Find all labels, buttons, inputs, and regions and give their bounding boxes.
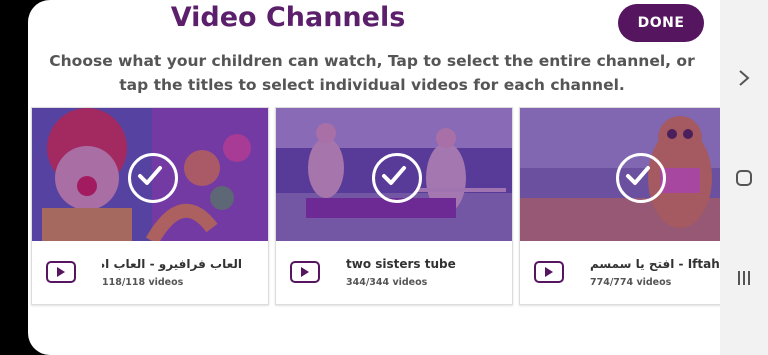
system-navigation-bar [720, 0, 768, 355]
channel-name[interactable]: افتح يا سمسم - Iftahyasimsim [590, 257, 720, 271]
chevron-right-icon[interactable] [720, 66, 768, 90]
instructions-text: Choose what your children can watch, Tap… [49, 52, 695, 94]
channel-dialog: Video Channels DONE Choose what your chi… [28, 0, 720, 355]
check-circle-icon [616, 152, 666, 203]
video-count: 774/774 videos [590, 277, 672, 288]
tv-play-icon [46, 261, 76, 283]
channel-info[interactable]: العاب فرافيرو - العاب اطفال 118/118 vide… [32, 241, 268, 304]
channel-thumbnail[interactable] [32, 108, 268, 241]
tv-play-icon [290, 261, 320, 283]
tv-play-icon [534, 261, 564, 283]
page-title: Video Channels [170, 2, 406, 33]
done-button[interactable]: DONE [618, 4, 704, 42]
channel-list: العاب فرافيرو - العاب اطفال 118/118 vide… [31, 107, 720, 305]
check-circle-icon [372, 152, 422, 203]
check-circle-icon [128, 152, 178, 203]
channel-info[interactable]: افتح يا سمسم - Iftahyasimsim 774/774 vid… [520, 241, 720, 304]
channel-name[interactable]: العاب فرافيرو - العاب اطفال [102, 257, 242, 271]
video-count: 344/344 videos [346, 277, 428, 288]
channel-info[interactable]: two sisters tube 344/344 videos [276, 241, 512, 304]
channel-card[interactable]: two sisters tube 344/344 videos [275, 107, 513, 305]
recent-apps-icon[interactable] [720, 266, 768, 290]
channel-card[interactable]: العاب فرافيرو - العاب اطفال 118/118 vide… [31, 107, 269, 305]
channel-thumbnail[interactable] [520, 108, 720, 241]
home-button-icon[interactable] [720, 166, 768, 190]
channel-name[interactable]: two sisters tube [346, 257, 506, 271]
channel-card[interactable]: افتح يا سمسم - Iftahyasimsim 774/774 vid… [519, 107, 720, 305]
channel-thumbnail[interactable] [276, 108, 512, 241]
video-count: 118/118 videos [102, 277, 184, 288]
